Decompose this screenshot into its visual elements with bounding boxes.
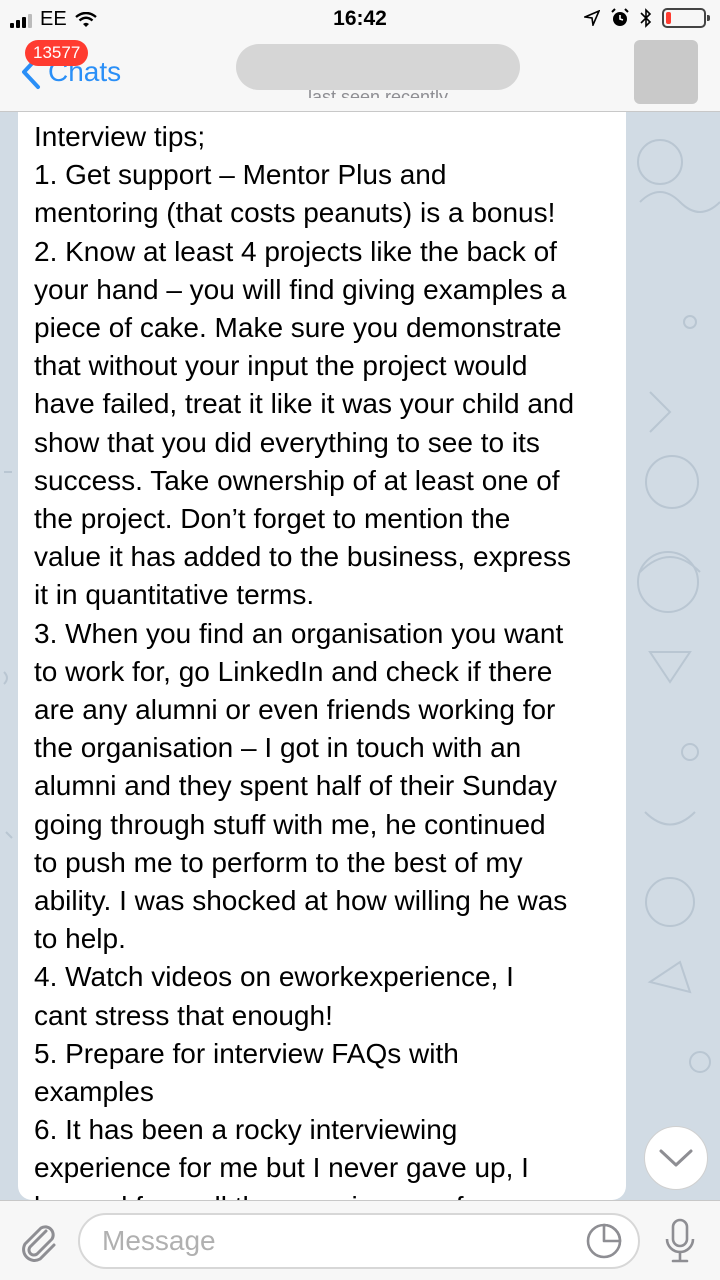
avatar[interactable]	[634, 40, 698, 104]
unread-count-badge: 13577	[25, 40, 89, 66]
message-line: 5. Prepare for interview FAQs with	[34, 1037, 459, 1069]
message-line: it in quantitative terms.	[34, 579, 315, 611]
message-line: show that you did everything to see to i…	[34, 426, 540, 458]
message-line: the project. Don’t forget to mention the	[34, 503, 511, 535]
message-bubble[interactable]: Interview tips; 1. Get support – Mentor …	[18, 112, 626, 1200]
message-line: examples	[34, 1076, 154, 1108]
message-line: learned from all the experiences of	[34, 1188, 616, 1200]
input-bar	[0, 1200, 720, 1280]
message-line: piece of cake. Make sure you demonstrate	[34, 312, 562, 344]
message-line: value it has added to the business, expr…	[34, 541, 572, 573]
message-line: experience for me but I never gave up, I	[34, 1152, 529, 1184]
message-line: success. Take ownership of at least one …	[34, 464, 560, 496]
message-line: ability. I was shocked at how willing he…	[34, 885, 568, 917]
scroll-to-bottom-button[interactable]	[644, 1126, 708, 1190]
bluetooth-icon	[640, 8, 652, 28]
message-input[interactable]	[78, 1213, 640, 1269]
status-right	[584, 8, 710, 28]
message-line: to work for, go LinkedIn and check if th…	[34, 655, 553, 687]
battery-icon	[662, 8, 710, 28]
sticker-icon[interactable]	[586, 1223, 622, 1259]
message-line: 6. It has been a rocky interviewing	[34, 1114, 458, 1146]
microphone-icon[interactable]	[662, 1217, 698, 1265]
message-line: to push me to perform to the best of my	[34, 846, 523, 878]
location-arrow-icon	[584, 10, 600, 26]
status-bar: EE 16:42	[0, 0, 720, 40]
chat-area: Interview tips; 1. Get support – Mentor …	[0, 112, 720, 1200]
message-line: are any alumni or even friends working f…	[34, 694, 556, 726]
message-line: have failed, treat it like it was your c…	[34, 388, 575, 420]
message-line: 3. When you find an organisation you wan…	[34, 617, 564, 649]
message-line: 1. Get support – Mentor Plus and	[34, 159, 447, 191]
chat-title[interactable]: last seen recently	[236, 42, 520, 102]
contact-name-redacted	[236, 44, 520, 90]
message-line: going through stuff with me, he continue…	[34, 808, 546, 840]
chevron-down-icon	[659, 1149, 693, 1167]
message-line: the organisation – I got in touch with a…	[34, 732, 522, 764]
message-line: that without your input the project woul…	[34, 350, 528, 382]
message-line: mentoring (that costs peanuts) is a bonu…	[34, 197, 556, 229]
message-line: 4. Watch videos on eworkexperience, I	[34, 961, 514, 993]
message-line: 2. Know at least 4 projects like the bac…	[34, 235, 557, 267]
nav-bar: Chats 13577 last seen recently	[0, 40, 720, 112]
message-line: cant stress that enough!	[34, 999, 333, 1031]
message-line: to help.	[34, 923, 126, 955]
paperclip-icon[interactable]	[16, 1219, 60, 1263]
message-line: alumni and they spent half of their Sund…	[34, 770, 558, 802]
message-line: your hand – you will find giving example…	[34, 273, 567, 305]
alarm-icon	[611, 8, 629, 26]
message-line: Interview tips;	[34, 121, 206, 152]
